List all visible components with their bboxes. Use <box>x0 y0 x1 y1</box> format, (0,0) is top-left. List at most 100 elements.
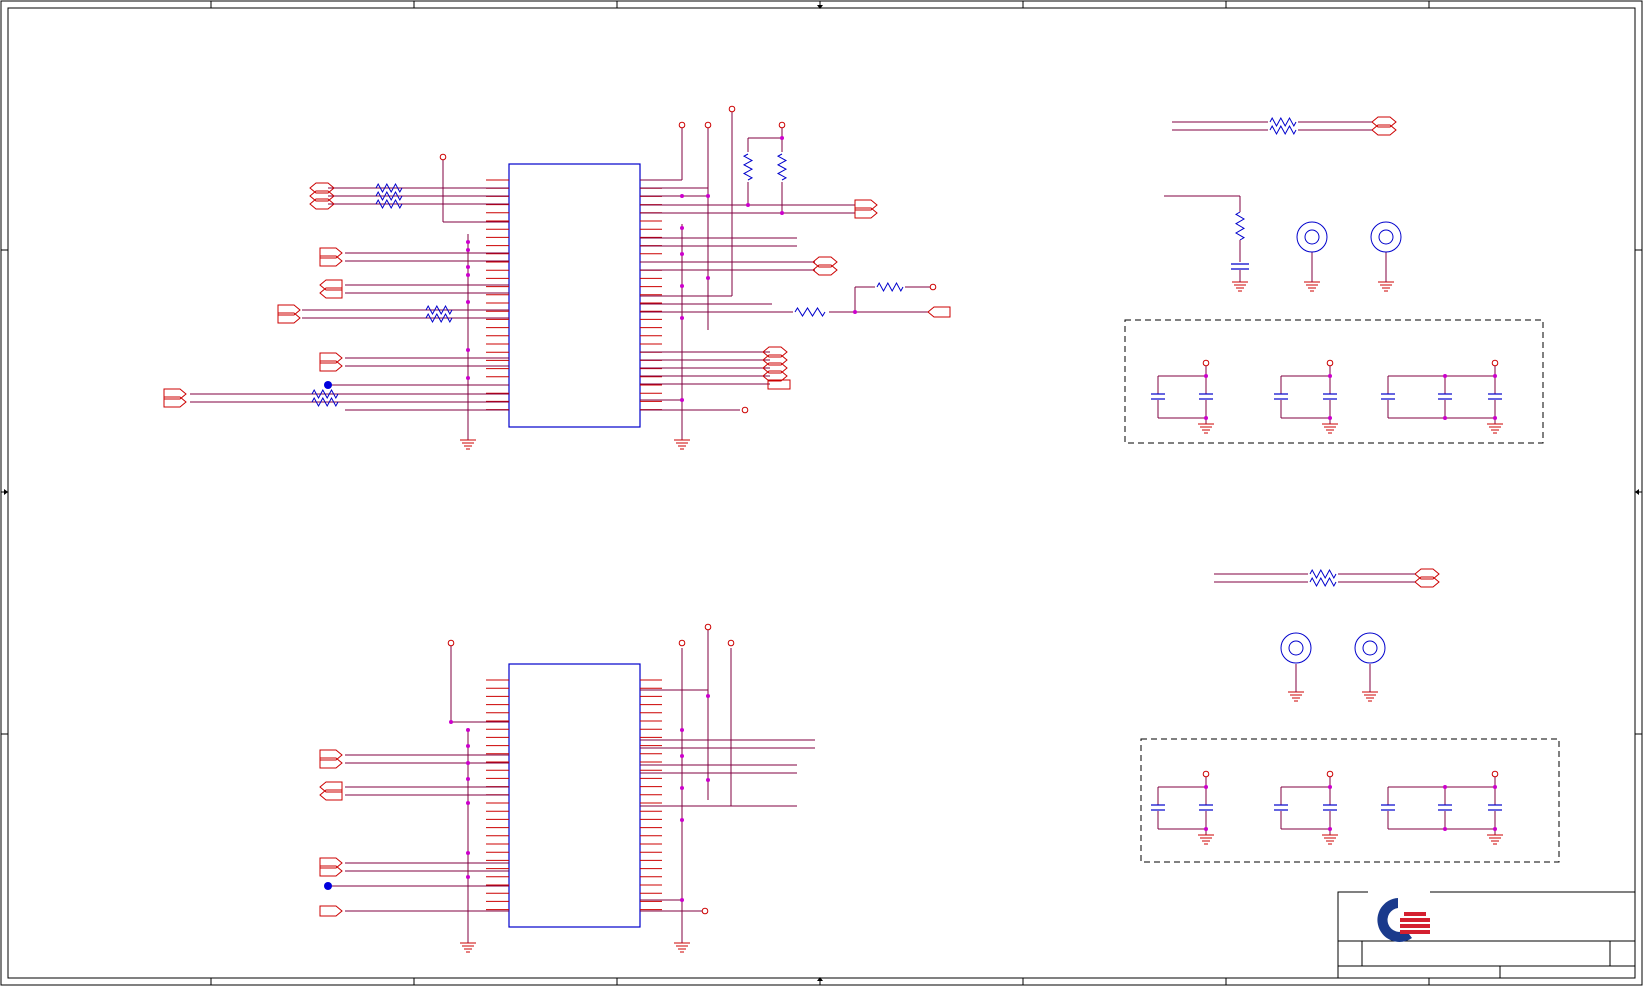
decoupling-capacitors <box>1151 359 1503 845</box>
junction-dot <box>853 310 857 314</box>
power-pin-group <box>439 105 937 915</box>
junction-dot <box>1443 374 1447 378</box>
junction-dot <box>1443 785 1447 789</box>
ground-symbol-group <box>460 281 1394 953</box>
port-connector <box>927 306 951 318</box>
junction-dot <box>466 761 470 765</box>
junction-dot <box>706 778 710 782</box>
power-pin <box>1326 359 1334 367</box>
junction-dot <box>680 226 684 230</box>
junction-dot <box>466 728 470 732</box>
junction-dot <box>680 728 684 732</box>
junction-dot <box>449 720 453 724</box>
power-pin <box>741 406 749 414</box>
resistor <box>794 307 826 317</box>
power-pin <box>678 121 686 129</box>
junction-dot <box>680 316 684 320</box>
resistor <box>1235 211 1245 241</box>
junction-dot <box>466 744 470 748</box>
power-pin <box>1202 359 1210 367</box>
resistor <box>311 388 339 400</box>
decoupling-box-top <box>1124 319 1544 444</box>
test-point-dot <box>324 882 332 890</box>
junction-dot <box>466 851 470 855</box>
resistor <box>1269 116 1297 128</box>
junction-dot <box>1493 416 1497 420</box>
power-pin <box>1491 770 1499 778</box>
capacitor-c1 <box>1231 263 1249 270</box>
title-block <box>1337 891 1636 979</box>
power-pin <box>701 907 709 915</box>
junction-dot <box>466 248 470 252</box>
junction-dot <box>466 265 470 269</box>
resistor <box>425 304 453 316</box>
resistor <box>375 182 403 194</box>
ic-u1-left-pins <box>486 179 509 411</box>
resistor <box>1309 576 1337 588</box>
ic-u2-body <box>508 663 641 928</box>
junction-dot <box>466 240 470 244</box>
power-pin <box>1491 359 1499 367</box>
power-pin <box>704 121 712 129</box>
junction-dot <box>1328 416 1332 420</box>
power-pin <box>929 283 937 291</box>
junction-dot <box>466 801 470 805</box>
junction-dot <box>1328 785 1332 789</box>
junction-dot <box>680 754 684 758</box>
resistor <box>742 153 754 181</box>
resistor <box>776 153 788 181</box>
sheet-border <box>0 0 1643 986</box>
power-pin <box>727 639 735 647</box>
junction-dot <box>466 777 470 781</box>
ic-u2-right-pins <box>640 679 662 911</box>
junction-dot <box>1493 827 1497 831</box>
resistor <box>876 281 904 293</box>
schematic-canvas <box>0 0 1643 986</box>
junction-dot <box>1443 827 1447 831</box>
port-connector-group <box>163 116 1440 917</box>
power-pin <box>678 639 686 647</box>
zone-arrows <box>4 5 1639 981</box>
junction-dot <box>680 194 684 198</box>
junction-dot <box>680 898 684 902</box>
junction-dot <box>780 211 784 215</box>
junction-dot <box>466 273 470 277</box>
junction-dot <box>680 252 684 256</box>
power-pin <box>447 639 455 647</box>
resistor <box>1309 568 1337 580</box>
resistor <box>1269 124 1297 136</box>
company-logo <box>1368 886 1430 942</box>
junction-dot <box>1204 827 1208 831</box>
top-right-circuit <box>1164 121 1415 692</box>
junction-dot <box>706 194 710 198</box>
junction-dot <box>680 284 684 288</box>
power-pin <box>1326 770 1334 778</box>
ic-u1-body <box>508 163 641 428</box>
schematic-sheet <box>0 0 1643 986</box>
u2-wiring <box>328 630 815 943</box>
junction-dot <box>1328 374 1332 378</box>
resistor <box>375 198 403 210</box>
junction-dot <box>1493 785 1497 789</box>
junction-dot <box>680 818 684 822</box>
junction-dot <box>1493 374 1497 378</box>
junction-dot <box>680 786 684 790</box>
ic-u1-right-pins <box>640 179 662 411</box>
junction-dot <box>706 276 710 280</box>
resistor <box>425 312 453 324</box>
resistor <box>375 190 403 202</box>
port-connector <box>319 905 343 917</box>
junction-dot <box>1204 374 1208 378</box>
junction-dot <box>706 694 710 698</box>
junction-dot <box>466 348 470 352</box>
power-pin <box>439 153 447 161</box>
junction-dot <box>466 376 470 380</box>
junction-dot <box>1443 416 1447 420</box>
junction-dot <box>1204 416 1208 420</box>
u1-wiring <box>190 112 930 440</box>
test-point-dot <box>324 381 332 389</box>
junction-dot <box>746 203 750 207</box>
resistor <box>311 396 339 408</box>
junction-dot <box>466 875 470 879</box>
junction-dot <box>680 398 684 402</box>
